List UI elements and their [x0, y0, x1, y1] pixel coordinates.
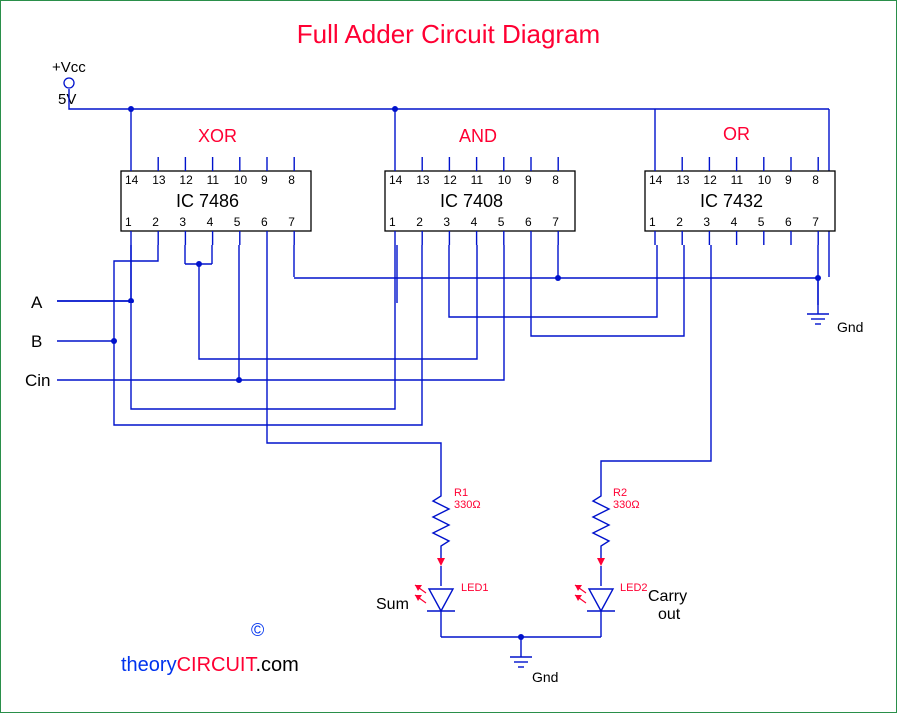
pin-number: 5 [234, 215, 241, 229]
pin-number: 6 [785, 215, 792, 229]
pin-number: 3 [179, 215, 186, 229]
pin-number: 4 [207, 215, 214, 229]
pin-number: 6 [525, 215, 532, 229]
pin-number: 3 [443, 215, 450, 229]
resistor-r2-icon [593, 486, 609, 566]
pin-number: 7 [812, 215, 819, 229]
pin-number: 9 [785, 173, 792, 187]
pin-number: 8 [552, 173, 559, 187]
pin-number: 11 [471, 173, 483, 187]
pin-number: 2 [152, 215, 159, 229]
pin-number: 9 [261, 173, 268, 187]
pin-number: 13 [416, 173, 429, 187]
vcc-terminal-icon [64, 78, 74, 88]
pin-number: 9 [525, 173, 532, 187]
ground-icon [807, 314, 829, 324]
pin-number: 8 [812, 173, 819, 187]
led2-icon [575, 566, 615, 637]
pin-number: 2 [416, 215, 423, 229]
pin-number: 4 [471, 215, 478, 229]
pin-number: 2 [676, 215, 683, 229]
pin-number: 10 [758, 173, 771, 187]
pin-number: 13 [676, 173, 689, 187]
pin-number: 14 [125, 173, 138, 187]
pin-number: 12 [179, 173, 192, 187]
pin-number: 12 [703, 173, 716, 187]
circuit-diagram: Full Adder Circuit Diagram +Vcc 5V XOR A… [0, 0, 897, 713]
pin-number: 3 [703, 215, 710, 229]
ic2-label: IC 7408 [440, 191, 503, 212]
schematic-svg [1, 1, 897, 714]
pin-number: 14 [389, 173, 402, 187]
ic3-label: IC 7432 [700, 191, 763, 212]
pin-number: 5 [758, 215, 765, 229]
pin-number: 7 [552, 215, 559, 229]
pin-number: 6 [261, 215, 268, 229]
pin-number: 1 [649, 215, 656, 229]
ic1-label: IC 7486 [176, 191, 239, 212]
pin-number: 4 [731, 215, 738, 229]
pin-number: 8 [288, 173, 295, 187]
pin-number: 12 [443, 173, 456, 187]
pin-number: 14 [649, 173, 662, 187]
pin-number: 7 [288, 215, 295, 229]
pin-number: 5 [498, 215, 505, 229]
resistor-r1-icon [433, 486, 449, 566]
pin-number: 1 [125, 215, 132, 229]
pin-number: 1 [389, 215, 396, 229]
pin-number: 10 [234, 173, 247, 187]
ground-bottom-icon [510, 657, 532, 667]
pin-number: 10 [498, 173, 511, 187]
pin-number: 11 [207, 173, 219, 187]
pin-number: 11 [731, 173, 743, 187]
pin-number: 13 [152, 173, 165, 187]
led1-icon [415, 566, 455, 637]
